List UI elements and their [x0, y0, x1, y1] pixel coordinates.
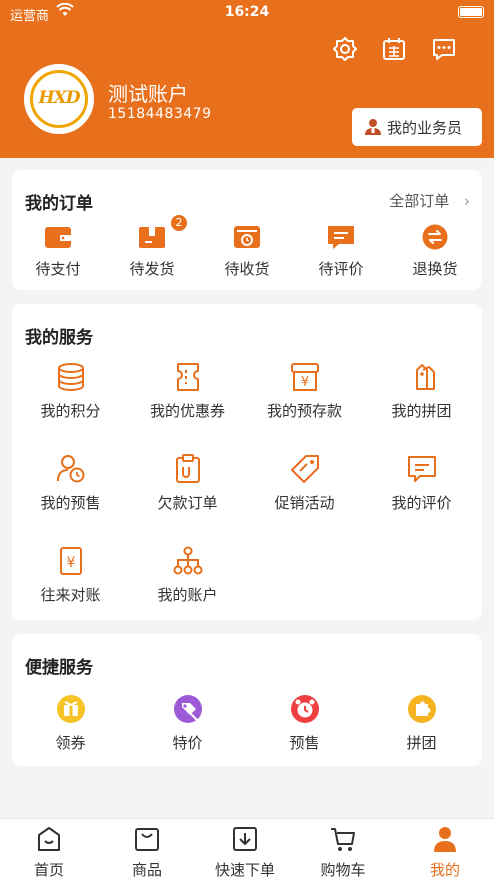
- presale-clock-icon: [290, 695, 319, 723]
- status-bar: 运营商 16:24: [0, 0, 494, 26]
- tab-home[interactable]: 首页: [0, 825, 98, 880]
- tab-label: 商品: [131, 861, 162, 879]
- box-icon: [139, 227, 165, 248]
- puzzle-icon: [407, 695, 436, 723]
- wallet-icon: [45, 227, 71, 248]
- person-icon: [434, 827, 456, 852]
- my-salesman-label: 我的业务员: [387, 119, 463, 137]
- salesman-icon: [365, 119, 381, 135]
- service-reconciliation[interactable]: ¥ 往来对账: [12, 546, 129, 605]
- coupon-icon: [176, 363, 199, 391]
- service-group-buy[interactable]: 我的拼团: [363, 362, 480, 421]
- quick-label: 拼团: [406, 734, 437, 752]
- order-returns[interactable]: 退换货: [397, 224, 473, 279]
- service-promotions[interactable]: 促销活动: [246, 454, 363, 513]
- profile-header: HXD 测试账户 15184483479 我的业务员: [0, 26, 494, 158]
- service-coupons[interactable]: 我的优惠券: [129, 362, 246, 421]
- sign-in-icon[interactable]: [381, 36, 407, 62]
- coupon-gift-icon: [56, 695, 85, 723]
- coins-icon: [57, 363, 84, 391]
- quick-coupons[interactable]: 领券: [12, 694, 129, 753]
- service-label: 我的预售: [40, 494, 101, 512]
- quick-group-buy[interactable]: 拼团: [363, 694, 480, 753]
- tab-mine[interactable]: 我的: [396, 825, 494, 880]
- service-label: 我的优惠券: [149, 402, 225, 420]
- order-status-label: 待收货: [224, 260, 270, 278]
- clock-box-icon: [234, 226, 260, 248]
- my-salesman-button[interactable]: 我的业务员: [352, 108, 482, 146]
- quick-label: 特价: [172, 734, 203, 752]
- service-label: 欠款订单: [157, 494, 218, 512]
- price-tag-icon: [290, 455, 319, 483]
- bottom-tab-bar: 首页 商品 快速下单 购物车 我的: [0, 818, 494, 880]
- yen-ledger-icon: ¥: [59, 547, 82, 575]
- order-status-label: 待支付: [35, 260, 81, 278]
- order-pending-receipt[interactable]: 待收货: [209, 224, 285, 279]
- exchange-icon: [422, 224, 448, 250]
- quick-label: 预售: [289, 734, 320, 752]
- service-presale[interactable]: 我的预售: [12, 454, 129, 513]
- service-my-reviews[interactable]: 我的评价: [363, 454, 480, 513]
- svg-text:¥: ¥: [300, 375, 308, 390]
- quick-special-price[interactable]: 特价: [129, 694, 246, 753]
- quick-services-title: 便捷服务: [25, 658, 93, 678]
- service-label: 促销活动: [274, 494, 335, 512]
- order-count-badge: 2: [170, 214, 188, 232]
- order-pending-shipment[interactable]: 待发货 2: [114, 214, 190, 279]
- all-orders-label: 全部订单: [389, 192, 450, 210]
- service-label: 我的评价: [391, 494, 452, 512]
- services-card: 我的服务 我的积分 我的优惠券 ¥ 我的预存款 我的拼团 我的预售 欠款订单 促…: [12, 304, 482, 620]
- home-icon: [38, 827, 60, 851]
- service-label: 往来对账: [40, 586, 101, 604]
- download-box-icon: [233, 827, 257, 851]
- tab-cart[interactable]: 购物车: [294, 825, 392, 880]
- cart-icon: [331, 828, 355, 851]
- service-debt-orders[interactable]: 欠款订单: [129, 454, 246, 513]
- tab-label: 购物车: [320, 861, 366, 879]
- settings-icon[interactable]: [332, 36, 358, 62]
- yen-deposit-icon: ¥: [290, 363, 319, 391]
- service-deposit[interactable]: ¥ 我的预存款: [246, 362, 363, 421]
- clock-time: 16:24: [224, 4, 270, 20]
- tab-label: 首页: [33, 861, 64, 879]
- brand-logo: HXD: [38, 88, 81, 108]
- service-label: 我的积分: [40, 402, 101, 420]
- service-label: 我的账户: [157, 586, 218, 604]
- services-title: 我的服务: [25, 328, 93, 348]
- user-clock-icon: [56, 455, 84, 483]
- order-pending-payment[interactable]: 待支付: [20, 224, 96, 279]
- quick-presale[interactable]: 预售: [246, 694, 363, 753]
- quick-services-card: 便捷服务 领券 特价 预售 拼团: [12, 634, 482, 766]
- order-status-label: 待发货: [129, 260, 175, 278]
- order-status-label: 待评价: [318, 260, 364, 278]
- battery-icon: [458, 6, 484, 18]
- quick-label: 领券: [55, 734, 86, 752]
- review-icon: [407, 456, 436, 482]
- tab-quick-order[interactable]: 快速下单: [196, 825, 294, 880]
- tab-label: 我的: [429, 861, 460, 879]
- orders-title: 我的订单: [25, 194, 93, 214]
- orders-card: 我的订单 全部订单 › 待支付 待发货 2 待收货 待评价 退换货: [12, 170, 482, 290]
- order-status-label: 退换货: [412, 260, 458, 278]
- service-label: 我的拼团: [391, 402, 452, 420]
- tab-label: 快速下单: [214, 861, 275, 879]
- service-my-account[interactable]: 我的账户: [129, 546, 246, 605]
- svg-text:¥: ¥: [66, 555, 75, 571]
- avatar[interactable]: HXD: [24, 64, 94, 134]
- user-phone: 15184483479: [108, 106, 212, 122]
- comment-icon: [328, 226, 354, 249]
- all-orders-link[interactable]: 全部订单 ›: [389, 190, 470, 211]
- account-tree-icon: [173, 546, 202, 575]
- service-points[interactable]: 我的积分: [12, 362, 129, 421]
- order-pending-review[interactable]: 待评价: [303, 224, 379, 279]
- user-name: 测试账户: [108, 82, 188, 106]
- message-icon[interactable]: [431, 36, 457, 62]
- service-label: 我的预存款: [266, 402, 342, 420]
- clipboard-icon: [175, 454, 200, 483]
- bag-icon: [135, 828, 159, 851]
- chevron-right-icon: ›: [464, 192, 470, 210]
- tab-products[interactable]: 商品: [98, 825, 196, 880]
- special-price-icon: [173, 695, 202, 723]
- tag-group-icon: [415, 364, 435, 390]
